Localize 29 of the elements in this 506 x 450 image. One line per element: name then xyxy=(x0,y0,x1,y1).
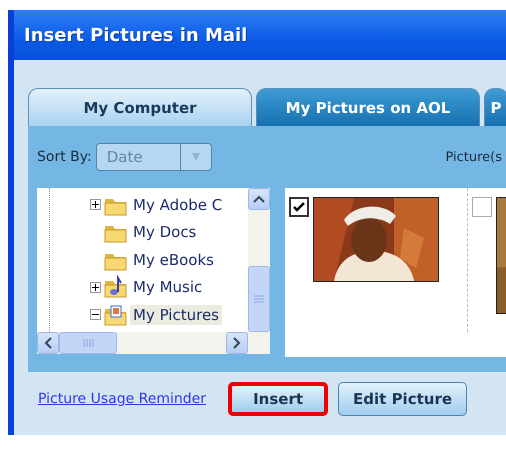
expand-toggle[interactable] xyxy=(90,282,101,293)
plus-icon xyxy=(92,201,99,208)
picture-folder-icon xyxy=(103,302,128,327)
usage-reminder-link[interactable]: Picture Usage Reminder xyxy=(38,391,206,407)
tab[interactable]: My Pictures on AOL xyxy=(256,88,480,126)
tree-item[interactable]: My Music xyxy=(130,277,206,298)
grip-icon xyxy=(82,339,94,347)
tree-item[interactable]: My Pictures xyxy=(130,304,222,325)
horizontal-scrollbar[interactable] xyxy=(37,332,270,354)
checkmark-icon xyxy=(293,202,305,212)
tree-item[interactable]: My Docs xyxy=(130,222,200,242)
plus-icon xyxy=(92,284,99,291)
collapse-toggle[interactable] xyxy=(90,309,101,320)
edit-picture-button[interactable]: Edit Picture xyxy=(338,382,468,416)
expand-toggle[interactable] xyxy=(90,199,101,210)
vertical-scrollbar[interactable] xyxy=(248,188,270,332)
checkbox[interactable] xyxy=(472,197,492,217)
grip-icon xyxy=(254,294,264,304)
window-title: Insert Pictures in Mail xyxy=(24,24,248,46)
tree-item[interactable]: My eBooks xyxy=(130,250,217,270)
insert-button[interactable]: Insert xyxy=(228,382,328,416)
picture-count-label: Picture(s xyxy=(445,150,502,164)
tree-item[interactable]: My Adobe C xyxy=(130,194,226,215)
dropdown-arrow-icon xyxy=(192,153,200,161)
tab[interactable]: My Computer xyxy=(28,88,252,126)
tab[interactable]: P xyxy=(484,88,506,126)
checkbox[interactable] xyxy=(289,197,309,217)
sort-label: Sort By: xyxy=(37,149,92,165)
music-folder-icon xyxy=(103,275,128,300)
